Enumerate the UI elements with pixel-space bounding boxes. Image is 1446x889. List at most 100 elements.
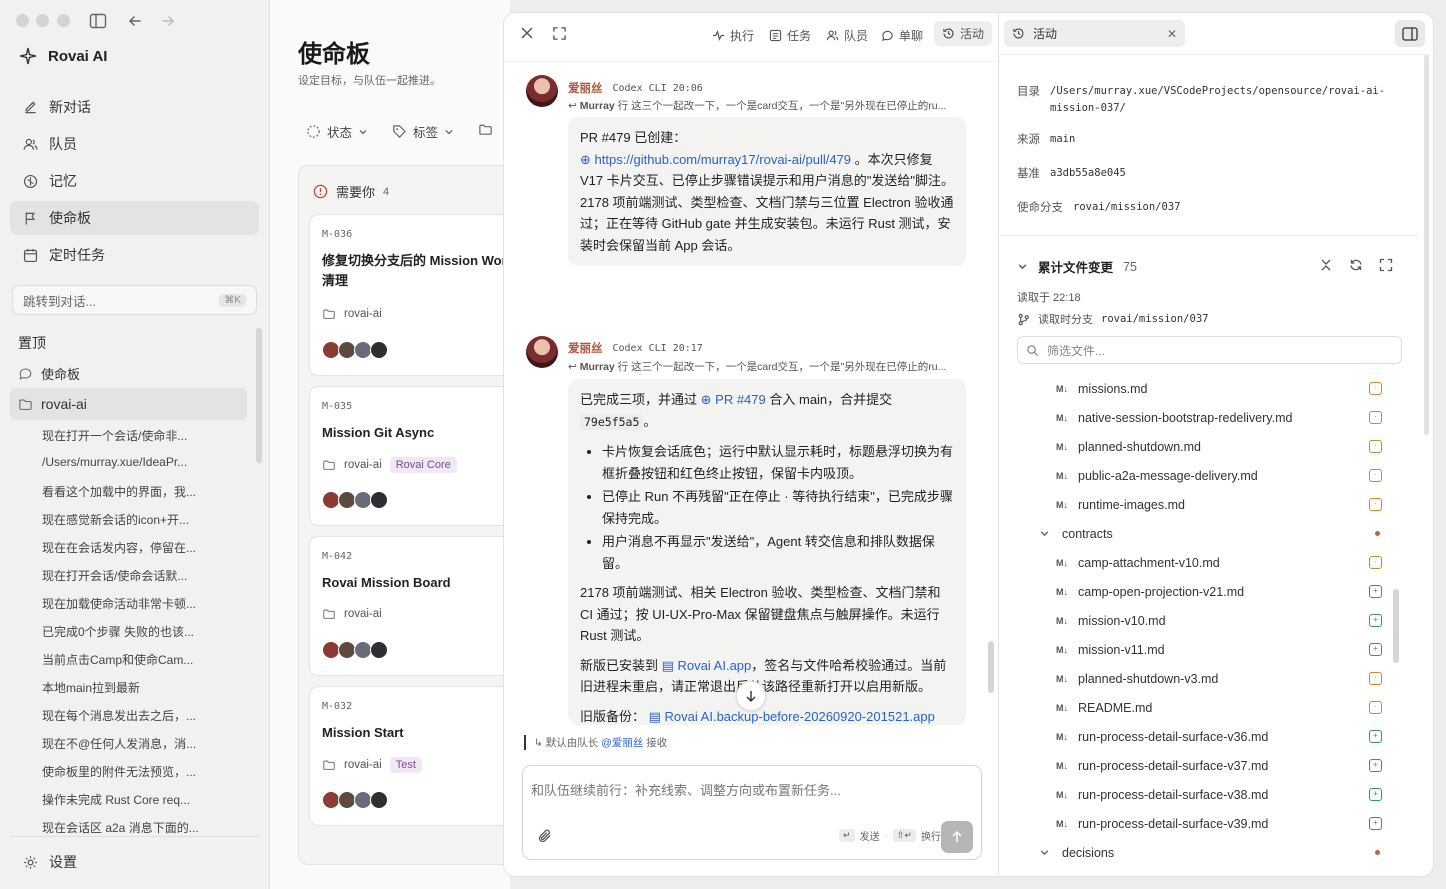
activity-tab[interactable]: 活动 ✕	[1004, 20, 1185, 47]
conversation-item[interactable]: 已完成0个步骤 失败的也该...	[42, 623, 202, 640]
conversation-item[interactable]: 现在打开一个会话/使命非...	[42, 427, 202, 444]
separator: ·	[884, 830, 888, 841]
conversation-item[interactable]: 看看这个加载中的界面，我...	[42, 483, 202, 500]
file-row[interactable]: M↓ public-a2a-message-delivery.md	[1056, 461, 1386, 490]
avatar[interactable]	[526, 336, 558, 368]
file-row[interactable]: M↓ run-process-detail-surface-v39.md	[1056, 809, 1386, 838]
markdown-icon: M↓	[1056, 441, 1068, 452]
file-row[interactable]: M↓ missions.md	[1056, 374, 1386, 403]
window-close-button[interactable]	[16, 14, 29, 27]
jump-to-chat-input[interactable]: 跳转到对话... ⌘K	[12, 285, 257, 315]
window-zoom-button[interactable]	[57, 14, 70, 27]
file-row[interactable]: M↓ camp-open-projection-v21.md	[1056, 577, 1386, 606]
lead-mention[interactable]: @爱丽丝	[601, 737, 643, 749]
file-added-icon: +	[1369, 788, 1382, 801]
folder-name: decisions	[1062, 845, 1115, 860]
file-row[interactable]: M↓ run-process-detail-surface-v37.md	[1056, 751, 1386, 780]
file-row[interactable]: M↓ run-process-detail-surface-v36.md	[1056, 722, 1386, 751]
refresh-icon[interactable]	[1349, 258, 1363, 272]
filter-folder[interactable]	[478, 122, 493, 137]
mission-card[interactable]: M-035 Mission Git Async rovai-ai Rovai C…	[309, 386, 510, 526]
conversation-item[interactable]: 现在加载使命活动非常卡顿...	[42, 595, 202, 612]
file-row[interactable]: M↓ planned-shutdown.md	[1056, 432, 1386, 461]
message-composer[interactable]: 和队伍继续前行：补充线索、调整方向或布置新任务... ↵ 发送 · ⇧↵ 换行	[522, 765, 982, 860]
conversation-item[interactable]: 本地main拉到最新	[42, 679, 202, 696]
changes-section-header[interactable]: 累计文件变更 75	[1017, 257, 1137, 276]
folder-icon	[323, 609, 335, 619]
link[interactable]: ▤ Rovai AI.backup-before-20260920-201521…	[649, 709, 935, 724]
file-row[interactable]: M↓ camp-attachment-v10.md	[1056, 548, 1386, 577]
file-row[interactable]: M↓ run-process-detail-surface-v38.md	[1056, 780, 1386, 809]
avatar[interactable]	[526, 75, 558, 107]
conversation-item[interactable]: 当前点击Camp和使命Cam...	[42, 651, 202, 668]
file-tree-scrollbar[interactable]	[1393, 589, 1399, 663]
tab-execute[interactable]: 执行	[712, 27, 754, 44]
mission-card[interactable]: M-042 Rovai Mission Board rovai-ai	[309, 536, 510, 676]
conversation-item[interactable]: 现在每个消息发出去之后，...	[42, 707, 202, 724]
tab-direct-chat[interactable]: 单聊	[881, 27, 923, 44]
sidebar-scrollbar[interactable]	[256, 328, 262, 463]
nav-new-chat[interactable]: 新对话	[10, 90, 259, 124]
scroll-to-bottom-button[interactable]	[736, 681, 766, 711]
reply-reference[interactable]: ↩ Murray 行 这三个一起改一下，一个是card交互，一个是"另外现在已停…	[568, 359, 968, 374]
conversation-item[interactable]: 现在在会话发内容，停留在...	[42, 539, 202, 556]
file-row[interactable]: M↓ native-session-bootstrap-redelivery.md	[1056, 403, 1386, 432]
back-arrow-icon[interactable]	[125, 11, 145, 31]
file-row[interactable]: M↓ planned-shutdown-v3.md	[1056, 664, 1386, 693]
nav-mission-board[interactable]: 使命板	[10, 201, 259, 235]
file-row[interactable]: M↓ mission-v10.md	[1056, 606, 1386, 635]
link[interactable]: ▤ Rovai AI.app	[662, 658, 752, 673]
message-author[interactable]: 爱丽丝	[568, 340, 603, 356]
file-row[interactable]: M↓ mission-v11.md	[1056, 635, 1386, 664]
conversation-item[interactable]: /Users/murray.xue/IdeaPr...	[42, 455, 202, 469]
tab-tasks[interactable]: 任务	[769, 27, 811, 44]
close-icon[interactable]	[520, 26, 534, 40]
folder-row[interactable]: contracts	[1039, 519, 1113, 548]
forward-arrow-icon[interactable]	[158, 11, 178, 31]
file-row[interactable]: M↓ runtime-images.md	[1056, 490, 1386, 519]
panel-toggle-button[interactable]	[1395, 20, 1425, 47]
nav-label: 记忆	[49, 173, 77, 189]
divider	[504, 61, 998, 62]
link[interactable]: ⊕ PR #479	[701, 392, 766, 407]
conversation-item[interactable]: 现在不@任何人发消息，消...	[42, 735, 202, 752]
link[interactable]: ⊕ https://github.com/murray17/rovai-ai/p…	[580, 152, 851, 167]
pinned-item-rovai-ai[interactable]: rovai-ai	[10, 388, 247, 420]
branch-value: rovai/mission/037	[1101, 313, 1209, 325]
conversation-item[interactable]: 现在打开会话/使命会话默...	[42, 567, 202, 584]
nav-members[interactable]: 队员	[10, 127, 259, 161]
expand-icon[interactable]	[1379, 258, 1393, 272]
window-minimize-button[interactable]	[36, 14, 49, 27]
paperclip-icon[interactable]	[537, 828, 553, 844]
conversation-item[interactable]: 现在感觉新会话的icon+开...	[42, 511, 202, 528]
filter-status[interactable]: 状态	[306, 122, 368, 141]
mission-card[interactable]: M-032 Mission Start rovai-ai Test	[309, 686, 510, 826]
chat-scrollbar[interactable]	[988, 641, 994, 693]
conversation-item[interactable]: 现在会话区 a2a 消息下面的...	[42, 819, 202, 836]
panel-scrollbar[interactable]	[1424, 55, 1429, 435]
send-button[interactable]	[941, 821, 973, 853]
reply-reference[interactable]: ↩ Murray 行 这三个一起改一下，一个是card交互，一个是"另外现在已停…	[568, 98, 968, 113]
folder-row[interactable]: decisions	[1039, 838, 1114, 867]
collapse-all-icon[interactable]	[1319, 258, 1333, 272]
list-item: 已停止 Run 不再残留"正在停止 · 等待执行结束"，已完成步骤保持完成。	[602, 486, 954, 529]
nav-scheduled-tasks[interactable]: 定时任务	[10, 238, 259, 272]
nav-memory[interactable]: 记忆	[10, 164, 259, 198]
settings-button[interactable]: 设置	[22, 852, 77, 872]
conversation-item[interactable]: 操作未完成 Rust Core req...	[42, 791, 202, 808]
file-name: mission-v10.md	[1078, 613, 1166, 628]
tab-members[interactable]: 队员	[826, 27, 868, 44]
pinned-item-mission-board[interactable]: 使命板	[10, 357, 247, 389]
expand-icon[interactable]	[552, 26, 567, 41]
message-author[interactable]: 爱丽丝	[568, 80, 603, 96]
close-tab-icon[interactable]: ✕	[1167, 27, 1177, 41]
filter-tags[interactable]: 标签	[392, 122, 454, 141]
divider	[999, 235, 1419, 236]
sidebar-toggle-icon[interactable]	[88, 11, 108, 31]
conversation-item[interactable]: 使命板里的附件无法预览，...	[42, 763, 202, 780]
file-filter-input[interactable]: 筛选文件...	[1017, 336, 1402, 364]
tab-activity[interactable]: 活动	[934, 21, 993, 46]
mission-card[interactable]: M-036 修复切换分支后的 Mission Work 清理 rovai-ai	[309, 214, 510, 376]
file-row[interactable]: M↓ README.md	[1056, 693, 1386, 722]
file-name: run-process-detail-surface-v38.md	[1078, 787, 1269, 802]
